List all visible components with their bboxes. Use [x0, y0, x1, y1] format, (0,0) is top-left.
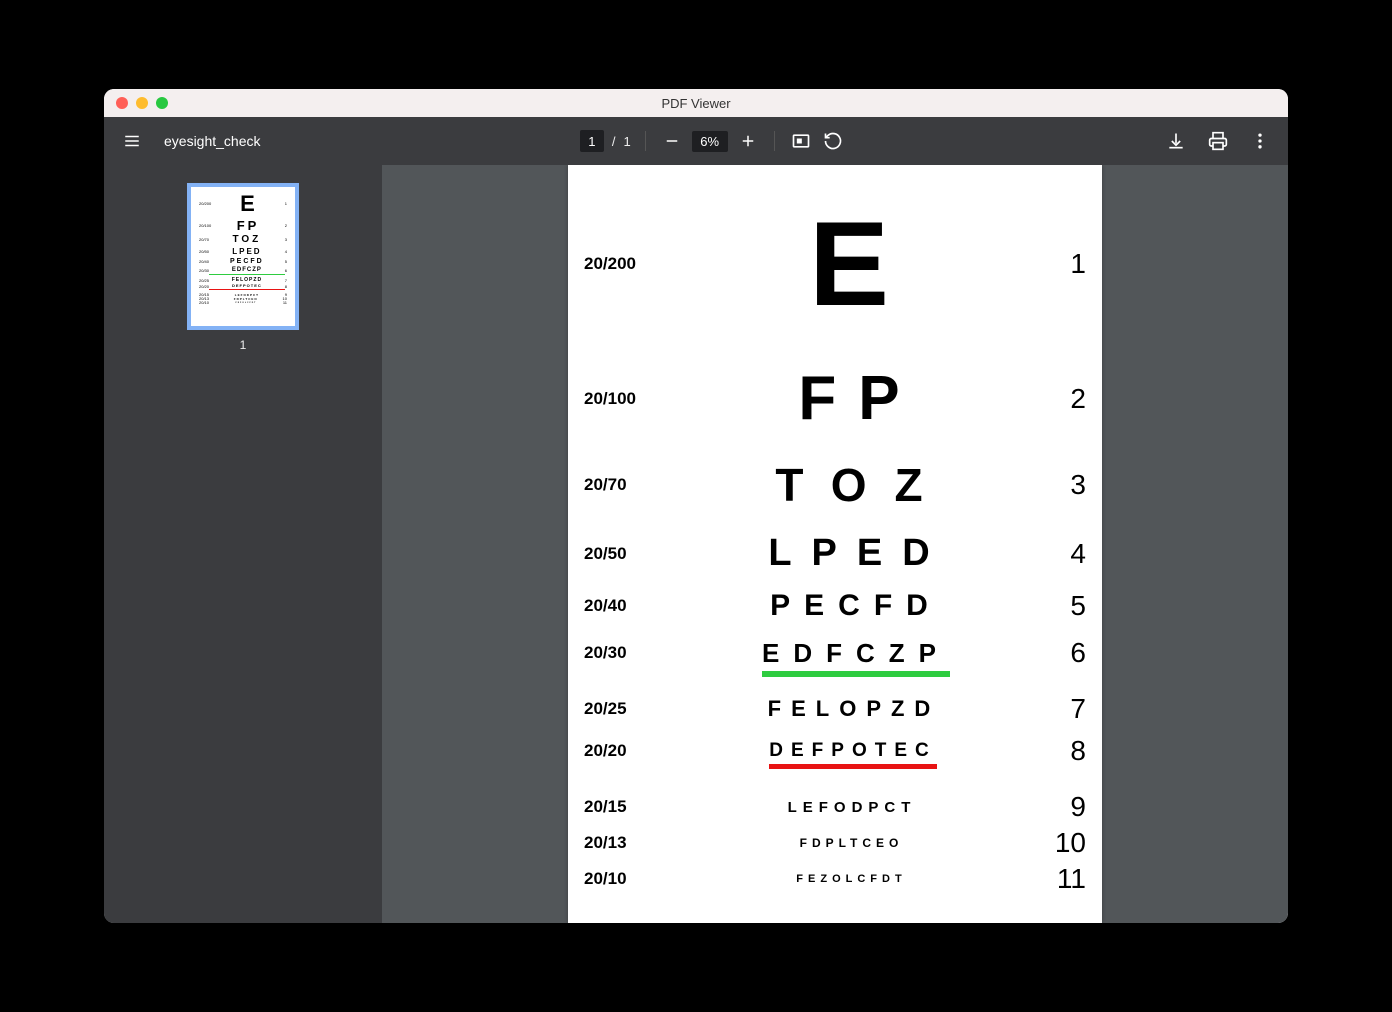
line-number: 8 — [1038, 735, 1086, 767]
download-button[interactable] — [1164, 129, 1188, 153]
line-number: 2 — [1038, 383, 1086, 415]
chart-letters: E — [660, 195, 1038, 333]
chart-letters: LPED — [660, 532, 1038, 575]
green-underline — [762, 671, 950, 677]
hamburger-icon — [123, 132, 141, 150]
chart-letters: FP — [660, 363, 1038, 434]
acuity-label: 20/40 — [584, 596, 660, 616]
chart-letters: PECFD — [660, 589, 1038, 623]
acuity-label: 20/200 — [584, 254, 660, 274]
chart-letters: FEZOLCFDT — [660, 873, 1038, 885]
chart-letters: LEFODPCT — [660, 799, 1038, 816]
thumbnail-preview: 20/200E1 20/100FP2 20/70TOZ3 20/50LPED4 … — [191, 187, 295, 326]
line-number: 9 — [1038, 791, 1086, 823]
toolbar-center: / 1 6% — [580, 129, 845, 153]
zoom-out-button[interactable] — [660, 129, 684, 153]
thumbnail-1[interactable]: 20/200E1 20/100FP2 20/70TOZ3 20/50LPED4 … — [187, 183, 299, 330]
toolbar-divider — [645, 131, 646, 151]
eye-chart-row: 20/50 LPED 4 — [584, 532, 1086, 575]
rotate-button[interactable] — [821, 129, 845, 153]
fit-page-button[interactable] — [789, 129, 813, 153]
eye-chart-row: 20/25 FELOPZD 7 — [584, 693, 1086, 725]
menu-button[interactable] — [120, 129, 144, 153]
fit-page-icon — [791, 131, 811, 151]
toolbar-divider — [774, 131, 775, 151]
eye-chart-row: 20/40 PECFD 5 — [584, 589, 1086, 623]
eye-chart-row: 20/20 DEFPOTEC 8 — [584, 735, 1086, 767]
chart-letters: FELOPZD — [660, 696, 1038, 722]
plus-icon — [739, 132, 757, 150]
thumbnail-panel: 20/200E1 20/100FP2 20/70TOZ3 20/50LPED4 … — [104, 165, 382, 923]
line-number: 11 — [1038, 863, 1086, 895]
main-viewport[interactable]: 20/200 E 1 20/100 FP 2 20/70 TOZ 3 20/50… — [382, 165, 1288, 923]
line-number: 6 — [1038, 637, 1086, 669]
line-number: 10 — [1038, 827, 1086, 859]
eye-chart-row: 20/30 EDFCZP 6 — [584, 637, 1086, 669]
content-area: 20/200E1 20/100FP2 20/70TOZ3 20/50LPED4 … — [104, 165, 1288, 923]
rotate-icon — [823, 131, 843, 151]
window-titlebar: PDF Viewer — [104, 89, 1288, 117]
eye-chart-row: 20/10 FEZOLCFDT 11 — [584, 863, 1086, 895]
print-button[interactable] — [1206, 129, 1230, 153]
download-icon — [1166, 131, 1186, 151]
minimize-window-button[interactable] — [136, 97, 148, 109]
pdf-page: 20/200 E 1 20/100 FP 2 20/70 TOZ 3 20/50… — [568, 165, 1102, 923]
acuity-label: 20/13 — [584, 833, 660, 853]
traffic-lights — [104, 97, 168, 109]
more-vert-icon — [1250, 131, 1270, 151]
zoom-window-button[interactable] — [156, 97, 168, 109]
acuity-label: 20/50 — [584, 544, 660, 564]
eye-chart-row: 20/100 FP 2 — [584, 363, 1086, 434]
chart-letters: TOZ — [660, 458, 1038, 512]
chart-letters: FDPLTCEO — [660, 836, 1038, 850]
window-title: PDF Viewer — [661, 96, 730, 111]
chart-letters: EDFCZP — [660, 638, 1038, 669]
line-number: 7 — [1038, 693, 1086, 725]
red-underline — [769, 764, 936, 769]
minus-icon — [663, 132, 681, 150]
acuity-label: 20/100 — [584, 389, 660, 409]
acuity-label: 20/70 — [584, 475, 660, 495]
page-separator: / — [612, 134, 616, 149]
eye-chart-row: 20/13 FDPLTCEO 10 — [584, 827, 1086, 859]
eye-chart-row: 20/70 TOZ 3 — [584, 458, 1086, 512]
print-icon — [1208, 131, 1228, 151]
acuity-label: 20/10 — [584, 869, 660, 889]
line-number: 5 — [1038, 590, 1086, 622]
acuity-label: 20/30 — [584, 643, 660, 663]
acuity-label: 20/25 — [584, 699, 660, 719]
line-number: 1 — [1038, 248, 1086, 280]
document-title: eyesight_check — [164, 133, 261, 149]
acuity-label: 20/15 — [584, 797, 660, 817]
toolbar-right — [1164, 129, 1272, 153]
chart-letters: DEFPOTEC — [660, 740, 1038, 762]
close-window-button[interactable] — [116, 97, 128, 109]
more-menu-button[interactable] — [1248, 129, 1272, 153]
line-number: 3 — [1038, 469, 1086, 501]
app-window: PDF Viewer eyesight_check / 1 6% — [104, 89, 1288, 923]
eye-chart-row: 20/15 LEFODPCT 9 — [584, 791, 1086, 823]
eye-chart-row: 20/200 E 1 — [584, 195, 1086, 333]
zoom-in-button[interactable] — [736, 129, 760, 153]
page-number-input[interactable] — [580, 130, 604, 152]
line-number: 4 — [1038, 538, 1086, 570]
pdf-toolbar: eyesight_check / 1 6% — [104, 117, 1288, 165]
zoom-level: 6% — [692, 131, 728, 152]
thumbnail-number: 1 — [240, 338, 247, 352]
page-total: 1 — [623, 134, 630, 149]
acuity-label: 20/20 — [584, 741, 660, 761]
